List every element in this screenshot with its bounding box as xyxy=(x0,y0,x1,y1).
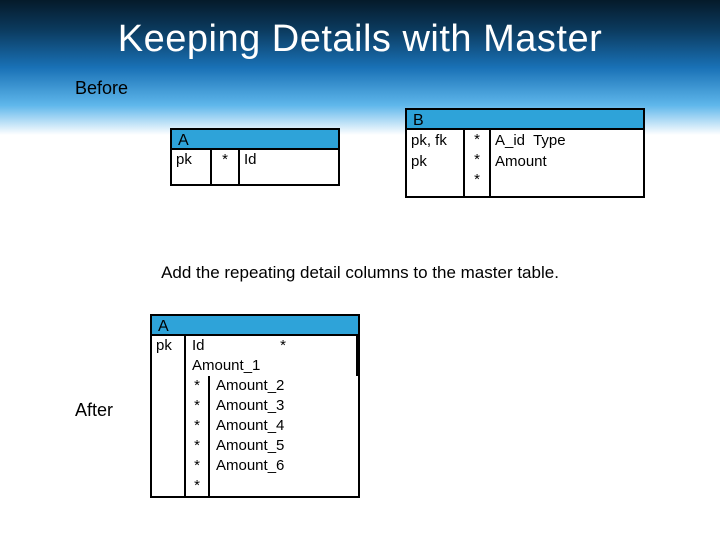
entity-a-after-attr: Amount_2 xyxy=(210,376,358,396)
blank-cell xyxy=(210,356,358,376)
star-icon: * xyxy=(465,170,489,190)
entity-a-before-title: A xyxy=(172,130,338,150)
entity-a-after: A pk * Id Amount_1 * Amount_2 * Amount_3… xyxy=(150,314,360,498)
star-icon: * xyxy=(186,376,210,396)
entity-a-before-star: * xyxy=(212,150,240,184)
entity-b-before-title: B xyxy=(407,110,643,130)
entity-b-before: B pk, fk pk * * * A_id Type Amount xyxy=(405,108,645,198)
slide-title: Keeping Details with Master xyxy=(0,18,720,61)
label-after: After xyxy=(75,400,113,421)
entity-a-after-attr xyxy=(210,476,358,496)
entity-a-after-title: A xyxy=(152,316,358,336)
entity-b-before-attrs: A_id Type Amount xyxy=(491,130,643,196)
star-icon: * xyxy=(186,456,210,476)
star-icon: * xyxy=(465,130,489,150)
entity-a-before-attr: Id xyxy=(240,150,338,184)
entity-a-after-key: pk xyxy=(152,336,186,496)
entity-b-before-keys: pk, fk pk xyxy=(407,130,465,196)
entity-a-after-attr: Amount_6 xyxy=(210,456,358,476)
star-icon: * xyxy=(186,396,210,416)
entity-a-before: A pk * Id xyxy=(170,128,340,186)
star-icon: * xyxy=(186,416,210,436)
star-icon: * xyxy=(186,436,210,456)
entity-a-after-attr: Amount_3 xyxy=(210,396,358,416)
entity-a-after-attr: Amount_5 xyxy=(210,436,358,456)
entity-a-after-attr: Amount_4 xyxy=(210,416,358,436)
entity-a-after-attr: Id Amount_1 xyxy=(186,336,210,376)
entity-a-before-key: pk xyxy=(172,150,212,184)
star-icon: * xyxy=(465,150,489,170)
star-icon: * xyxy=(186,476,210,496)
star-icon: * xyxy=(210,336,358,356)
slide-caption: Add the repeating detail columns to the … xyxy=(0,263,720,283)
entity-b-before-stars: * * * xyxy=(465,130,491,196)
label-before: Before xyxy=(75,78,128,99)
